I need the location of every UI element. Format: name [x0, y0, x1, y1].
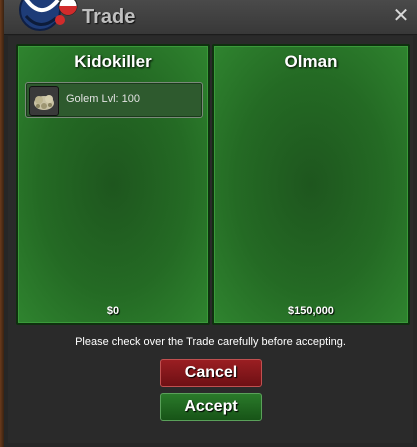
window-title: Trade [82, 6, 136, 28]
money-offer-left: $0 [106, 305, 120, 317]
player-offer-panel-right: Olman $150,000 [212, 44, 410, 325]
golem-icon [29, 86, 59, 116]
window-edge [0, 0, 4, 447]
cancel-button[interactable]: Cancel [160, 359, 262, 387]
player-name-left: Kidokiller [74, 52, 152, 71]
trade-item-label: Golem Lvl: 100 [66, 93, 140, 105]
close-icon[interactable]: ✕ [391, 6, 411, 26]
trade-content: Kidokiller Golem Lvl: 100 $0 Olman $150,… [8, 36, 413, 443]
trade-item-row[interactable]: Golem Lvl: 100 [25, 82, 203, 118]
title-bar[interactable]: Trade ✕ [4, 0, 417, 35]
player-offer-panel-left: Kidokiller Golem Lvl: 100 $0 [16, 44, 210, 325]
player-name-right: Olman [284, 52, 338, 71]
game-logo-icon [19, 0, 78, 31]
trade-window: Trade ✕ Kidokiller Golem Lvl: 100 $0 Olm… [0, 0, 417, 447]
money-offer-right: $150,000 [288, 305, 334, 317]
accept-button[interactable]: Accept [160, 393, 262, 421]
trade-warning-text: Please check over the Trade carefully be… [75, 336, 346, 348]
